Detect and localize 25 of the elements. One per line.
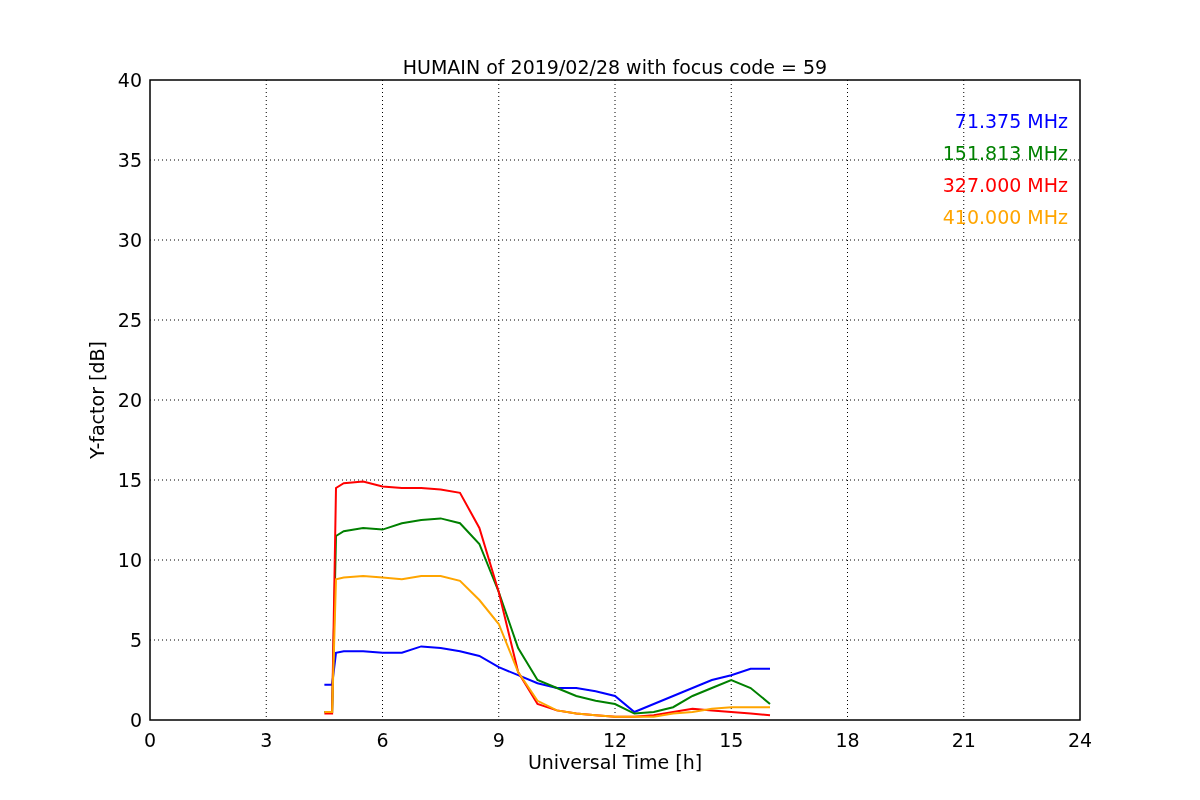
y-tick-label: 5 [129, 629, 142, 651]
x-tick-label: 6 [376, 729, 389, 751]
x-tick-label: 0 [143, 729, 157, 751]
x-tick-label: 12 [602, 729, 628, 751]
legend-label: 151.813 MHz [942, 142, 1068, 164]
legend-label: 410.000 MHz [942, 206, 1068, 228]
y-tick-label: 0 [129, 709, 142, 731]
x-tick-label: 21 [951, 729, 976, 751]
y-tick-label: 35 [117, 149, 142, 171]
x-tick-label: 3 [260, 729, 273, 751]
x-tick-label: 18 [835, 729, 860, 751]
y-tick-label: 10 [117, 549, 142, 571]
legend-label: 71.375 MHz [954, 110, 1068, 132]
y-axis-label: Y-factor [dB] [86, 341, 108, 459]
y-tick-label: 20 [117, 389, 142, 411]
y-tick-label: 25 [117, 309, 142, 331]
x-tick-label: 15 [719, 729, 744, 751]
chart-title: HUMAIN of 2019/02/28 with focus code = 59 [402, 56, 828, 78]
x-tick-label: 24 [1067, 729, 1093, 751]
y-tick-label: 40 [117, 69, 142, 91]
y-tick-label: 30 [117, 229, 142, 251]
y-tick-label: 15 [117, 469, 142, 491]
x-tick-label: 9 [492, 729, 505, 751]
legend-label: 327.000 MHz [942, 174, 1068, 196]
x-axis-label: Universal Time [h] [527, 751, 703, 773]
